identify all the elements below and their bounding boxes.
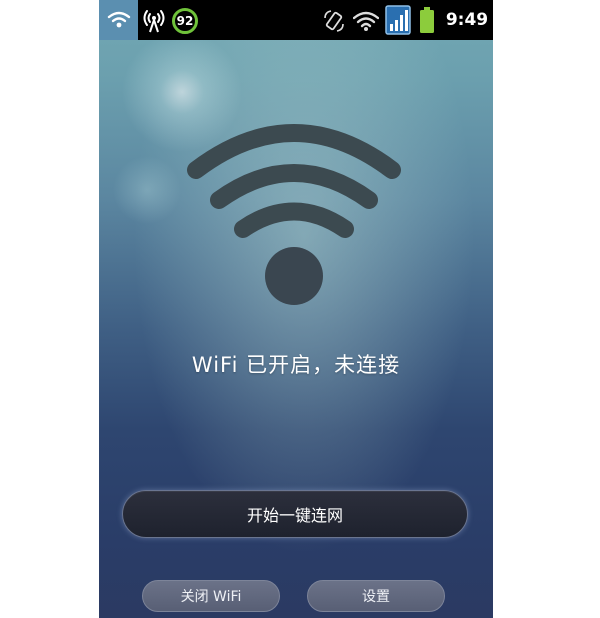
badge-92: 92 [172, 8, 198, 34]
wifi-signal-icon [352, 8, 380, 34]
cell-signal-icon [384, 4, 412, 36]
wifi-icon [184, 118, 404, 308]
auto-rotate-icon [321, 8, 347, 34]
phone-screen: 92 9:49 WiFi 已开启，未连接 开始一键连网 关闭 WiFi 设置 [99, 0, 493, 618]
clock: 9:49 [445, 10, 489, 30]
tethering-icon [139, 4, 169, 36]
turn-off-wifi-button[interactable]: 关闭 WiFi [142, 580, 280, 612]
wifi-status-icon [99, 0, 138, 40]
one-click-connect-button[interactable]: 开始一键连网 [122, 490, 468, 538]
settings-button[interactable]: 设置 [307, 580, 445, 612]
status-bar: 92 9:49 [99, 0, 493, 40]
connection-status-text: WiFi 已开启，未连接 [191, 353, 401, 377]
battery-icon [419, 6, 435, 34]
